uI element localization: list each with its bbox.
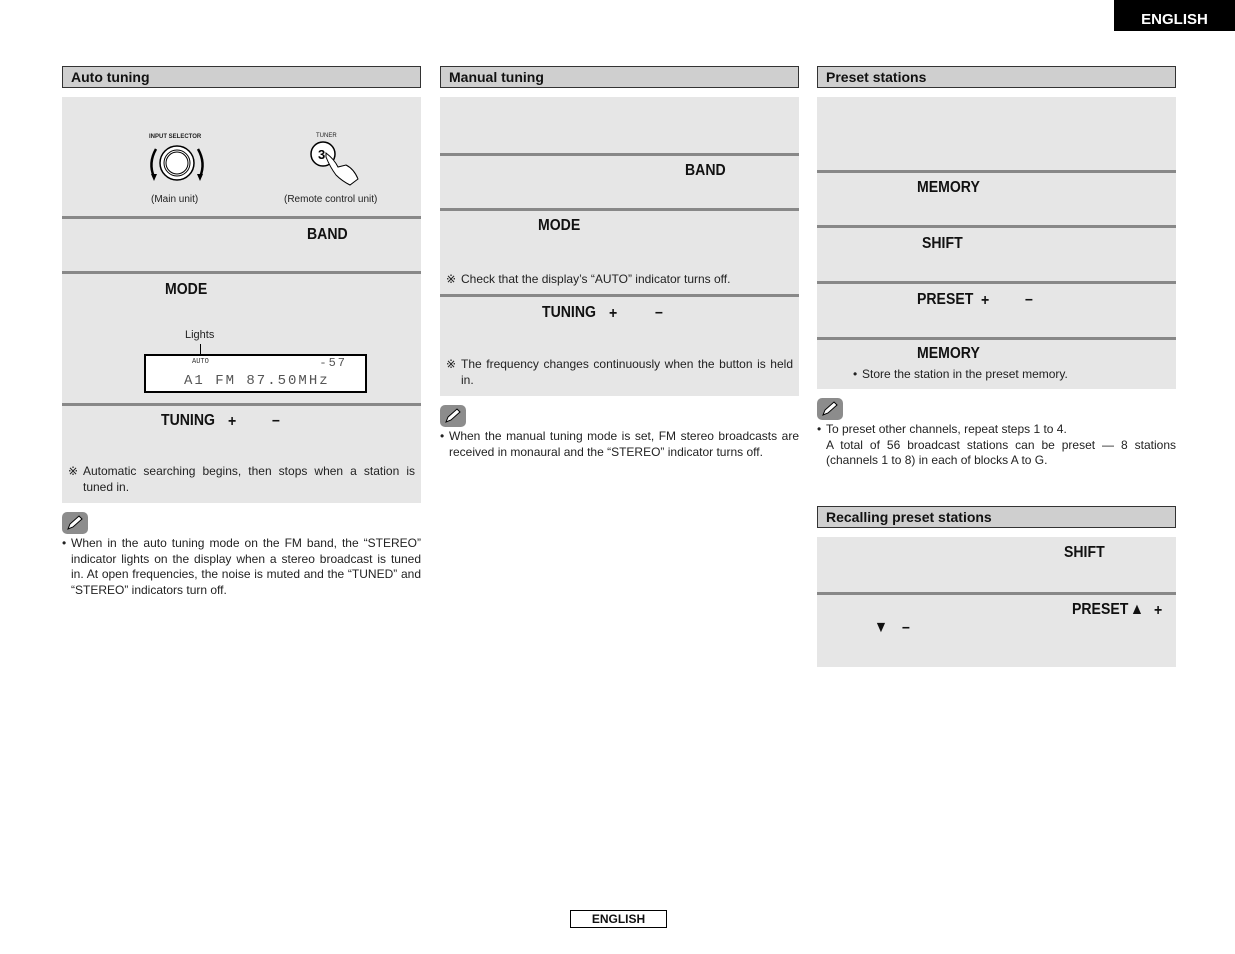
memo-text: • When the manual tuning mode is set, FM …: [440, 429, 799, 459]
section-title: Recalling preset stations: [817, 506, 1176, 528]
tuning-note: ※ The frequency changes continuously whe…: [446, 356, 793, 388]
auto-indicator: AUTO: [192, 358, 209, 366]
preset-minus-label: –: [1025, 291, 1033, 308]
steps: SHIFT PRESET ▲ + ▼ –: [817, 537, 1176, 667]
step-mode: MODE ※ Check that the display’s “AUTO” i…: [440, 208, 799, 294]
note-text: The frequency changes continuously when …: [461, 357, 793, 387]
step-memory: MEMORY: [817, 170, 1176, 225]
preset-key-label: PRESET: [1072, 601, 1129, 618]
step-shift: SHIFT: [817, 225, 1176, 281]
steps: BAND MODE ※ Check that the display’s “AU…: [440, 97, 799, 396]
mode-key-label: MODE: [538, 217, 581, 234]
steps: INPUT SELECTOR (Main unit) TUNER 3 (Remo…: [62, 97, 421, 503]
note-text: Check that the display’s “AUTO” indicato…: [461, 272, 731, 286]
tuning-minus-label: –: [272, 412, 280, 429]
step-preset-select: PRESET ▲ + ▼ –: [817, 592, 1176, 667]
memo-text: • When in the auto tuning mode on the FM …: [62, 536, 421, 597]
remote-button-press-icon: 3: [310, 141, 359, 186]
memo-pencil-icon: [440, 405, 466, 427]
display-panel: AUTO -57 A1 FM 87.50MHz: [144, 354, 367, 393]
note-text: Automatic searching begins, then stops w…: [83, 464, 415, 494]
remote-caption: (Remote control unit): [284, 194, 378, 205]
language-tab: ENGLISH: [1114, 0, 1235, 31]
tuning-note: ※ Automatic searching begins, then stops…: [68, 463, 415, 495]
input-selector-knob-icon: [150, 145, 204, 181]
step-tune-station: [817, 97, 1176, 170]
step-shift: SHIFT: [817, 537, 1176, 592]
manual-tuning-section: Manual tuning BAND MODE ※ Check that the…: [440, 66, 799, 460]
shift-key-label: SHIFT: [1064, 544, 1105, 561]
step-band: BAND: [62, 216, 421, 271]
svg-text:3: 3: [318, 147, 325, 162]
step-band: BAND: [440, 153, 799, 208]
down-arrow-icon: ▼: [874, 619, 888, 636]
up-arrow-icon: ▲: [1130, 601, 1144, 618]
preset-minus-label: –: [902, 619, 910, 636]
main-unit-caption: (Main unit): [151, 194, 199, 205]
tuning-plus-label: +: [609, 305, 618, 322]
steps: MEMORY SHIFT PRESET + – MEMORY • Store th…: [817, 97, 1176, 389]
step-memory-store: MEMORY • Store the station in the preset …: [817, 337, 1176, 389]
recalling-preset-section: Recalling preset stations SHIFT PRESET ▲…: [817, 506, 1176, 667]
signal-readout: -57: [319, 356, 347, 370]
preset-plus-label: +: [1154, 602, 1163, 619]
step-preset: PRESET + –: [817, 281, 1176, 337]
memory-key-label: MEMORY: [917, 179, 980, 196]
step-tuning: TUNING + – ※ The frequency changes conti…: [440, 294, 799, 396]
tuning-minus-label: –: [655, 304, 663, 321]
memory-key-label: MEMORY: [917, 345, 980, 362]
shift-key-label: SHIFT: [922, 235, 963, 252]
knob-label: INPUT SELECTOR: [149, 134, 202, 140]
preset-key-label: PRESET: [917, 291, 974, 308]
step-select-tuner: INPUT SELECTOR (Main unit) TUNER 3 (Remo…: [62, 97, 421, 216]
lights-label: Lights: [185, 329, 215, 341]
auto-tuning-section: Auto tuning INPUT SELECTOR (Main unit) T…: [62, 66, 421, 598]
mode-note: ※ Check that the display’s “AUTO” indica…: [446, 271, 793, 287]
reference-mark: ※: [68, 464, 79, 478]
tuning-key-label: TUNING: [161, 412, 215, 429]
section-title: Manual tuning: [440, 66, 799, 88]
step-select-tuner: [440, 97, 799, 153]
section-title: Preset stations: [817, 66, 1176, 88]
mode-key-label: MODE: [165, 281, 208, 298]
memo-pencil-icon: [817, 398, 843, 420]
tuning-key-label: TUNING: [542, 304, 596, 321]
reference-mark: ※: [446, 357, 457, 371]
band-key-label: BAND: [685, 162, 726, 179]
memo-pencil-icon: [62, 512, 88, 534]
memory-note: • Store the station in the preset memory.: [853, 367, 1068, 381]
footer-language-label: ENGLISH: [570, 910, 667, 928]
step-tuning: TUNING + – ※ Automatic searching begins,…: [62, 403, 421, 503]
reference-mark: ※: [446, 272, 457, 286]
tuning-plus-label: +: [228, 413, 237, 430]
preset-stations-section: Preset stations MEMORY SHIFT PRESET + – …: [817, 66, 1176, 469]
band-key-label: BAND: [307, 226, 348, 243]
memo-text: • To preset other channels, repeat steps …: [817, 422, 1176, 467]
section-title: Auto tuning: [62, 66, 421, 88]
frequency-readout: A1 FM 87.50MHz: [184, 373, 330, 389]
preset-plus-label: +: [981, 292, 990, 309]
step-mode: MODE Lights AUTO -57 A1 FM 87.50MHz: [62, 271, 421, 403]
